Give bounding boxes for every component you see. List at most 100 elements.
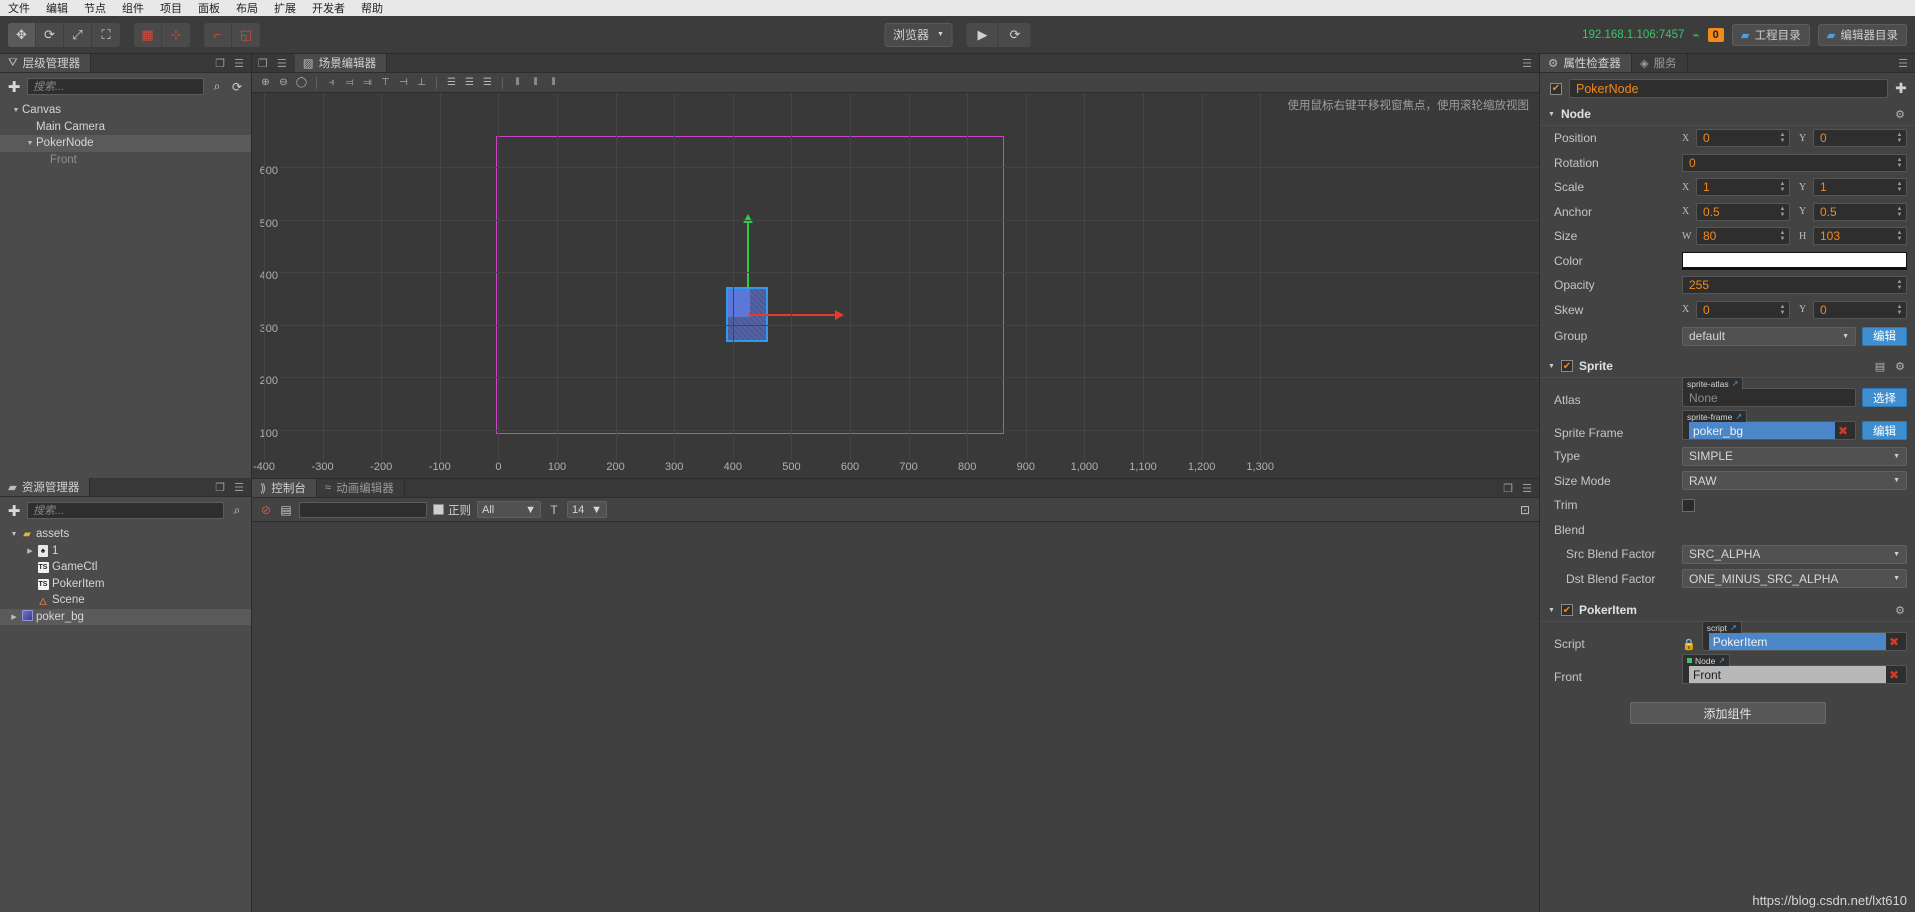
menu-item-component[interactable]: 组件 (122, 0, 144, 16)
scale-icon[interactable]: ⤢ (64, 22, 92, 47)
search-icon[interactable]: ⌕ (210, 79, 224, 94)
stepper-icon[interactable]: ▲ ▼ (1894, 302, 1905, 318)
stepper-icon[interactable]: ▲ ▼ (1894, 204, 1905, 220)
align-left-icon[interactable]: ⫣ (324, 75, 339, 90)
zoom-in-icon[interactable]: ⊕ (258, 75, 273, 90)
align-right-icon[interactable]: ⫥ (360, 75, 375, 90)
hamburger-menu-icon[interactable]: ☰ (277, 57, 287, 70)
menu-item-project[interactable]: 项目 (160, 0, 182, 16)
browser-select[interactable]: 浏览器 ▼ (884, 22, 953, 47)
tab-console[interactable]: ⟫ 控制台 (252, 479, 317, 497)
move-icon[interactable]: ✥ (8, 22, 36, 47)
stepper-icon[interactable]: ▲ ▼ (1777, 204, 1788, 220)
hamburger-menu-icon[interactable]: ☰ (234, 481, 244, 494)
menu-item-layout[interactable]: 布局 (236, 0, 258, 16)
stepper-icon[interactable]: ▲ ▼ (1777, 302, 1788, 318)
rotation-input[interactable]: 0 ▲ ▼ (1682, 153, 1907, 172)
hamburger-menu-icon[interactable]: ☰ (1522, 57, 1532, 70)
atlas-input[interactable]: None (1682, 388, 1856, 407)
tab-animation-editor[interactable]: ≈ 动画编辑器 (316, 479, 405, 497)
src-blend-select[interactable]: SRC_ALPHA ▼ (1682, 544, 1907, 564)
gizmo-y-axis[interactable] (743, 214, 753, 288)
stepper-icon[interactable]: ▲ ▼ (1894, 228, 1905, 244)
log-level-select[interactable]: All ▼ (477, 501, 541, 518)
external-link-icon[interactable]: ↗ (1735, 412, 1742, 421)
external-link-icon[interactable]: ↗ (1730, 623, 1737, 632)
rect-transform-icon[interactable]: ⛶ (92, 23, 120, 47)
group-edit-button[interactable]: 编辑 (1862, 326, 1907, 346)
hamburger-menu-icon[interactable]: ☰ (1522, 482, 1532, 495)
pokeritem-section-header[interactable]: ▼ ✔ PokerItem ⚙ (1540, 599, 1915, 622)
menu-item-panel[interactable]: 面板 (198, 0, 220, 16)
menu-item-node[interactable]: 节点 (84, 0, 106, 16)
distribute-v-icon[interactable]: ⦀ (528, 75, 543, 90)
copy-icon[interactable]: ▤ (279, 503, 293, 517)
hierarchy-node-front[interactable]: ▶Front (0, 152, 251, 169)
clear-front-icon[interactable]: ✖ (1886, 668, 1902, 682)
sprite-frame-edit-button[interactable]: 编辑 (1862, 421, 1907, 440)
node-enabled-checkbox[interactable]: ✔ (1550, 82, 1562, 95)
gear-icon[interactable]: ⚙ (1895, 604, 1905, 617)
opacity-input[interactable]: 255 ▲ ▼ (1682, 276, 1907, 295)
node-section-header[interactable]: ▼ Node ⚙ (1540, 103, 1915, 126)
add-asset-icon[interactable]: ✚ (7, 502, 21, 520)
tab-assets[interactable]: ▰ 资源管理器 (0, 478, 91, 496)
gear-icon[interactable]: ⚙ (1895, 360, 1905, 373)
align-top-icon[interactable]: ⊤ (378, 75, 393, 90)
menu-item-file[interactable]: 文件 (8, 0, 30, 16)
node-name-input[interactable] (1569, 79, 1888, 98)
tab-scene-editor[interactable]: ▨ 场景编辑器 (294, 54, 388, 72)
sprite-section-header[interactable]: ▼ ✔ Sprite ▤ ⚙ (1540, 355, 1915, 378)
front-type-tag[interactable]: Node ↗ (1682, 654, 1731, 666)
search-icon[interactable]: ⌕ (230, 503, 244, 518)
asset-item-1[interactable]: ▶ ♠ 1 (0, 543, 251, 560)
popout-icon[interactable]: ❐ (1503, 482, 1513, 495)
add-node-icon[interactable]: ✚ (7, 78, 21, 96)
size-height-input[interactable]: 103 ▲ ▼ (1813, 227, 1907, 246)
gear-icon[interactable]: ⚙ (1895, 108, 1905, 121)
align-hcenter-icon[interactable]: ⫤ (342, 75, 357, 90)
hierarchy-node-main-camera[interactable]: ▶Main Camera (0, 119, 251, 136)
group-select[interactable]: default ▼ (1682, 326, 1856, 346)
stepper-icon[interactable]: ▲ ▼ (1777, 228, 1788, 244)
stepper-icon[interactable]: ▲ ▼ (1777, 130, 1788, 146)
distribute-middle-icon[interactable]: ☰ (462, 75, 477, 90)
dst-blend-select[interactable]: ONE_MINUS_SRC_ALPHA ▼ (1682, 569, 1907, 589)
atlas-type-tag[interactable]: sprite-atlas ↗ (1682, 377, 1744, 389)
clear-sprite-frame-icon[interactable]: ✖ (1835, 424, 1851, 438)
front-input[interactable]: Front ✖ (1682, 665, 1907, 684)
hierarchy-node-canvas[interactable]: ▼ Canvas (0, 102, 251, 119)
refresh-icon[interactable]: ⟳ (999, 23, 1031, 47)
scene-viewport[interactable]: 使用鼠标右键平移视窗焦点，使用滚轮缩放视图 600 500 400 300 200 100… (252, 93, 1539, 478)
color-swatch[interactable] (1682, 251, 1907, 270)
rotate-icon[interactable]: ⟳ (36, 22, 64, 47)
regex-checkbox[interactable] (433, 504, 444, 515)
distribute-top-icon[interactable]: ☰ (444, 75, 459, 90)
asset-item-scene[interactable]: ▶🜂 Scene (0, 592, 251, 609)
sprite-frame-type-tag[interactable]: sprite-frame ↗ (1682, 410, 1748, 422)
editor-dir-button[interactable]: ▰ 编辑器目录 (1817, 23, 1907, 46)
sprite-type-select[interactable]: SIMPLE ▼ (1682, 446, 1907, 466)
add-component-plus-icon[interactable]: ✚ (1895, 80, 1907, 97)
project-dir-button[interactable]: ▰ 工程目录 (1731, 23, 1810, 46)
pokeritem-enabled-checkbox[interactable]: ✔ (1560, 604, 1573, 616)
add-component-button[interactable]: 添加组件 (1629, 702, 1826, 724)
align-bottom-icon[interactable]: ⊥ (414, 75, 429, 90)
expand-triangle-icon[interactable]: ▶ (8, 613, 20, 621)
coordinate-icon[interactable]: ◱ (232, 23, 260, 47)
play-icon[interactable]: ▶ (967, 22, 999, 47)
zoom-out-icon[interactable]: ⊖ (276, 75, 291, 90)
pivot-icon[interactable]: ⌐ (204, 22, 232, 47)
expand-triangle-icon[interactable]: ▼ (24, 140, 36, 147)
hamburger-menu-icon[interactable]: ☰ (1898, 57, 1908, 70)
script-input[interactable]: PokerItem ✖ (1701, 632, 1907, 651)
align-vcenter-icon[interactable]: ⊣ (396, 75, 411, 90)
expand-triangle-icon[interactable]: ▶ (24, 547, 36, 555)
external-link-icon[interactable]: ↗ (1732, 379, 1739, 388)
anchor-x-input[interactable]: 0.5 ▲ ▼ (1696, 202, 1790, 221)
hierarchy-node-pokernode[interactable]: ▼ PokerNode (0, 135, 251, 152)
collapse-triangle-icon[interactable]: ▼ (1548, 363, 1555, 370)
popout-icon[interactable]: ❐ (215, 481, 225, 494)
sprite-frame-input[interactable]: poker_bg ✖ (1682, 421, 1856, 440)
skew-y-input[interactable]: 0 ▲ ▼ (1813, 300, 1907, 319)
